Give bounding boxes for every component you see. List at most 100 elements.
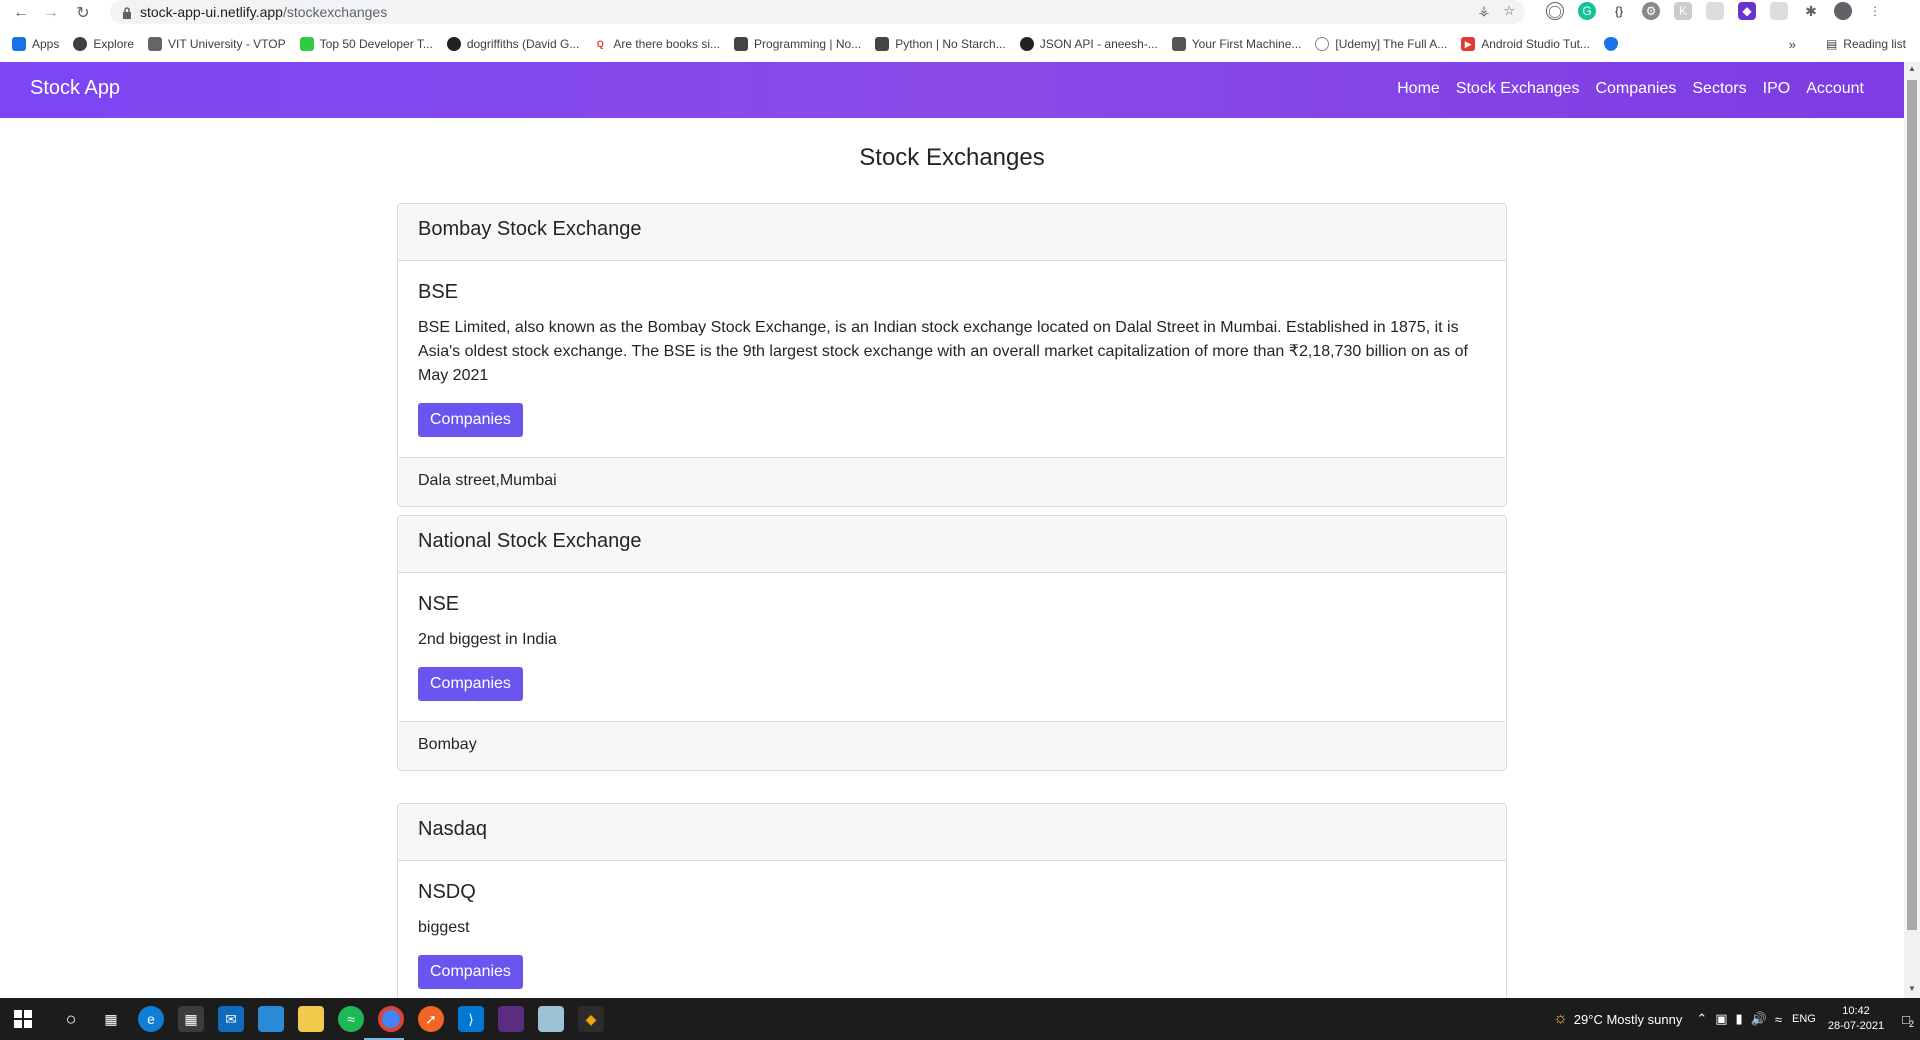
- bookmark-favicon: [1171, 37, 1186, 51]
- bookmark-star-icon[interactable]: ☆: [1503, 3, 1515, 19]
- nav-link-ipo[interactable]: IPO: [1763, 80, 1791, 98]
- bookmark-item[interactable]: [1603, 37, 1624, 51]
- apps-grid-icon: [12, 37, 26, 51]
- windows-start-icon[interactable]: [14, 1010, 32, 1028]
- nav-link-stock-exchanges[interactable]: Stock Exchanges: [1456, 80, 1580, 98]
- bookmark-label: JSON API - aneesh-...: [1039, 37, 1158, 51]
- extension-icon[interactable]: [1706, 2, 1724, 20]
- grammarly-icon[interactable]: G: [1578, 2, 1596, 20]
- avatar[interactable]: [1834, 2, 1852, 20]
- card-body: BSE BSE Limited, also known as the Bomba…: [398, 261, 1506, 457]
- exchange-description: BSE Limited, also known as the Bombay St…: [418, 319, 1468, 384]
- search-icon[interactable]: ○: [58, 1006, 84, 1032]
- puzzle-icon[interactable]: ✱: [1802, 2, 1820, 20]
- wifi-icon[interactable]: ≈: [1775, 1012, 1782, 1027]
- exchange-address: Bombay: [398, 721, 1506, 770]
- nav-link-home[interactable]: Home: [1397, 80, 1440, 98]
- bookmark-item[interactable]: Apps: [12, 37, 59, 51]
- exchange-description: biggest: [418, 919, 470, 936]
- github-icon: [446, 37, 461, 51]
- forward-arrow-icon[interactable]: →: [36, 0, 66, 26]
- nav-link-account[interactable]: Account: [1806, 80, 1864, 98]
- clock-date: 28-07-2021: [1827, 1020, 1885, 1032]
- bookmark-item[interactable]: Your First Machine...: [1171, 37, 1301, 51]
- companies-button[interactable]: Companies: [418, 955, 523, 989]
- scroll-thumb[interactable]: [1907, 80, 1917, 930]
- notification-icon[interactable]: □ 2: [1902, 1012, 1914, 1029]
- edge-icon[interactable]: e: [138, 1006, 164, 1032]
- extension-icon[interactable]: ⚙: [1642, 2, 1660, 20]
- weather-icon[interactable]: ☼: [1553, 1010, 1568, 1028]
- companies-button[interactable]: Companies: [418, 667, 523, 701]
- chevron-up-icon[interactable]: ⌃: [1696, 1011, 1707, 1027]
- reading-list-button[interactable]: ▤ Reading list: [1826, 32, 1906, 56]
- mail-icon[interactable]: ✉: [218, 1006, 244, 1032]
- nav-link-sectors[interactable]: Sectors: [1692, 80, 1746, 98]
- shield-icon: [1603, 37, 1618, 51]
- battery-icon[interactable]: ▮: [1736, 1011, 1743, 1027]
- address-bar[interactable]: stock-app-ui.netlify.app/stockexchanges …: [110, 0, 1525, 24]
- udemy-icon: [1315, 37, 1330, 51]
- bookmark-item[interactable]: dogriffiths (David G...: [446, 37, 579, 51]
- nav-link-companies[interactable]: Companies: [1595, 80, 1676, 98]
- url-text: stock-app-ui.netlify.app/stockexchanges: [140, 4, 387, 20]
- exchange-description: 2nd biggest in India: [418, 631, 557, 648]
- language-indicator[interactable]: ENG: [1792, 1013, 1816, 1025]
- navbar: Stock App Home Stock Exchanges Companies…: [0, 62, 1904, 118]
- scroll-down-icon[interactable]: ▼: [1904, 984, 1920, 998]
- bookmark-label: VIT University - VTOP: [168, 37, 286, 51]
- weather-text[interactable]: 29°C Mostly sunny: [1574, 1012, 1683, 1027]
- windows-taskbar: ○ ▦ e ▦ ✉ ≈ ➚ ⟩ ◆ ☼ 29°C Mostly sunny ⌃ …: [0, 998, 1920, 1040]
- app-icon[interactable]: [538, 1006, 564, 1032]
- bookmark-item[interactable]: Programming | No...: [734, 37, 861, 51]
- menu-dots-icon[interactable]: ⋮: [1866, 2, 1884, 20]
- bookmark-label: Apps: [32, 37, 60, 51]
- bookmark-label: Python | No Starch...: [895, 37, 1006, 51]
- back-arrow-icon[interactable]: ←: [6, 0, 36, 26]
- tray-icon[interactable]: ▣: [1715, 1011, 1727, 1027]
- clock[interactable]: 10:42 28-07-2021: [1828, 1004, 1884, 1034]
- extension-icon[interactable]: ◆: [1738, 2, 1756, 20]
- task-view-icon[interactable]: ▦: [98, 1006, 124, 1032]
- bookmark-label: Programming | No...: [754, 37, 862, 51]
- store-icon[interactable]: ▦: [178, 1006, 204, 1032]
- extension-icon[interactable]: [1770, 2, 1788, 20]
- reading-list-icon: ▤: [1825, 37, 1838, 51]
- chrome-icon[interactable]: [378, 1006, 404, 1032]
- key-icon[interactable]: ⚶: [1478, 3, 1489, 19]
- vscode-icon[interactable]: ⟩: [458, 1006, 484, 1032]
- bookmark-item[interactable]: JSON API - aneesh-...: [1019, 37, 1158, 51]
- spotify-icon[interactable]: ≈: [338, 1006, 364, 1032]
- reload-icon[interactable]: ↻: [68, 0, 98, 26]
- url-path: /stockexchanges: [282, 4, 388, 20]
- card-body: NSE 2nd biggest in India Companies: [398, 573, 1506, 721]
- bookmark-item[interactable]: ▶ Android Studio Tut...: [1461, 37, 1590, 51]
- more-bookmarks-icon[interactable]: »: [1789, 32, 1796, 56]
- brand-logo[interactable]: Stock App: [30, 77, 120, 100]
- volume-icon[interactable]: 🔊: [1751, 1011, 1767, 1027]
- youtube-icon: ▶: [1461, 37, 1476, 51]
- app-icon[interactable]: [258, 1006, 284, 1032]
- bookmark-item[interactable]: [Udemy] The Full A...: [1315, 37, 1447, 51]
- git-icon[interactable]: ◆: [578, 1006, 604, 1032]
- postman-icon[interactable]: ➚: [418, 1006, 444, 1032]
- extension-icon[interactable]: K: [1674, 2, 1692, 20]
- bookmark-item[interactable]: Top 50 Developer T...: [299, 37, 433, 51]
- json-viewer-icon[interactable]: {}: [1610, 2, 1628, 20]
- bookmark-item[interactable]: Python | No Starch...: [875, 37, 1006, 51]
- file-explorer-icon[interactable]: [298, 1006, 324, 1032]
- bookmark-favicon: [299, 37, 314, 51]
- app-icon[interactable]: [498, 1006, 524, 1032]
- bookmark-label: Android Studio Tut...: [1481, 37, 1590, 51]
- exchange-address: Dala street,Mumbai: [398, 457, 1506, 506]
- extension-icon[interactable]: ◯: [1546, 2, 1564, 20]
- quora-icon: Q: [593, 37, 608, 51]
- bookmark-label: [Udemy] The Full A...: [1335, 37, 1448, 51]
- page-scrollbar[interactable]: ▲ ▼: [1904, 62, 1920, 998]
- bookmark-item[interactable]: Q Are there books si...: [593, 37, 720, 51]
- bookmark-item[interactable]: Explore: [73, 37, 134, 51]
- bookmark-item[interactable]: VIT University - VTOP: [148, 37, 286, 51]
- vit-icon: [148, 37, 163, 51]
- companies-button[interactable]: Companies: [418, 403, 523, 437]
- scroll-up-icon[interactable]: ▲: [1904, 64, 1920, 78]
